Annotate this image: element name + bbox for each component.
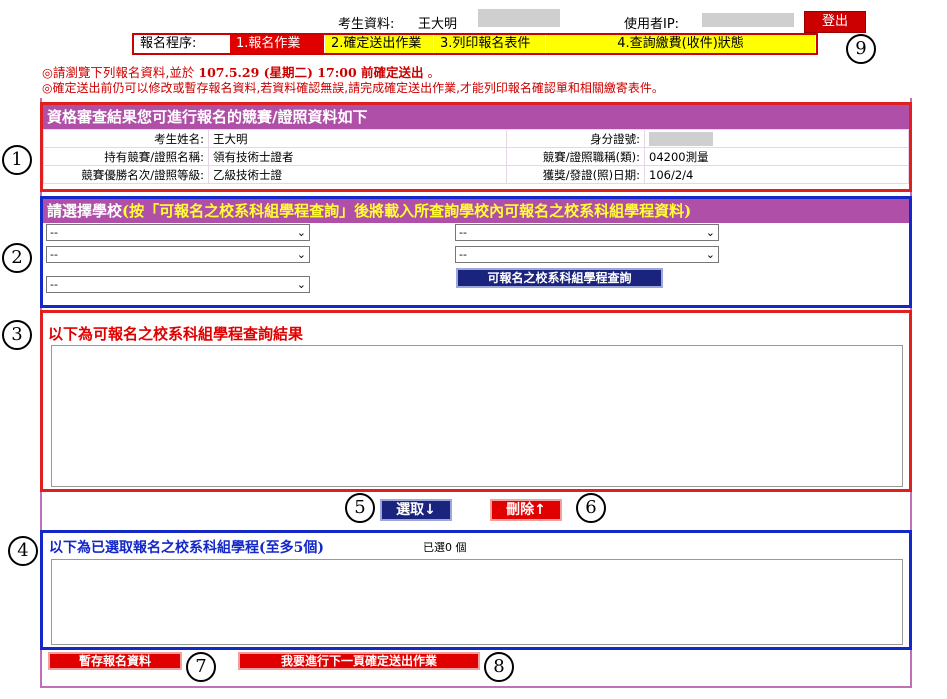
logout-button[interactable]: 登出 bbox=[804, 11, 866, 33]
table-row: 競賽優勝名次/證照等級: 乙級技術士證 獲獎/發證(照)日期: 106/2/4 bbox=[43, 165, 909, 184]
value-cert-level: 乙級技術士證 bbox=[208, 165, 507, 184]
step-3-print-forms[interactable]: 3.列印報名表件 bbox=[434, 35, 546, 53]
school-select-4[interactable]: -- ⌄ bbox=[455, 224, 719, 241]
chevron-down-icon: ⌄ bbox=[705, 248, 715, 261]
registration-steps: 報名程序: 1.報名作業 2.確定送出作業 3.列印報名表件 4.查詢繳費(收件… bbox=[132, 33, 818, 55]
delete-button[interactable]: 刪除↑ bbox=[490, 499, 562, 521]
school-select-2[interactable]: -- ⌄ bbox=[46, 246, 310, 263]
selected-programs-section: 以下為已選取報名之校系科組學程(至多5個) 已選0 個 bbox=[40, 530, 912, 650]
query-programs-button[interactable]: 可報名之校系科組學程查詢 bbox=[456, 268, 663, 288]
label-name: 考生姓名: bbox=[43, 129, 209, 148]
step-1-registration[interactable]: 1.報名作業 bbox=[230, 35, 325, 53]
school-select-5[interactable]: -- ⌄ bbox=[455, 246, 719, 263]
save-draft-button[interactable]: 暫存報名資料 bbox=[48, 652, 182, 670]
school-select-1[interactable]: -- ⌄ bbox=[46, 224, 310, 241]
qualification-section: 資格審查結果您可進行報名的競賽/證照資料如下 考生姓名: 王大明 身分證號: 持… bbox=[40, 102, 912, 192]
qualification-title: 資格審查結果您可進行報名的競賽/證照資料如下 bbox=[43, 105, 909, 129]
candidate-id-redacted bbox=[478, 9, 560, 27]
value-cert-date: 106/2/4 bbox=[644, 165, 909, 184]
qualification-table: 考生姓名: 王大明 身分證號: 持有競賽/證照名稱: 領有技術士證者 競賽/證照… bbox=[43, 129, 909, 184]
label-cert-level: 競賽優勝名次/證照等級: bbox=[43, 165, 209, 184]
selected-programs-list[interactable] bbox=[51, 559, 903, 645]
chevron-down-icon: ⌄ bbox=[296, 248, 306, 261]
select-value: -- bbox=[50, 226, 58, 239]
select-value: -- bbox=[459, 248, 467, 261]
steps-label: 報名程序: bbox=[134, 35, 230, 53]
marker-7: 7 bbox=[186, 652, 216, 682]
value-cert-name: 領有技術士證者 bbox=[208, 147, 507, 166]
chevron-down-icon: ⌄ bbox=[705, 226, 715, 239]
selected-programs-title: 以下為已選取報名之校系科組學程(至多5個) bbox=[49, 540, 324, 556]
notice-suffix: 。 bbox=[427, 65, 441, 80]
school-title-prefix: 請選擇學校 bbox=[47, 202, 123, 220]
step-4-query-payment[interactable]: 4.查詢繳費(收件)狀態 bbox=[546, 35, 816, 53]
notice-line-2: ◎確定送出前仍可以修改或暫存報名資料,若資料確認無誤,請完成確定送出作業,才能列… bbox=[42, 81, 664, 95]
select-value: -- bbox=[50, 278, 58, 291]
marker-4: 4 bbox=[8, 536, 38, 566]
label-cert-name: 持有競賽/證照名稱: bbox=[43, 147, 209, 166]
marker-9: 9 bbox=[846, 34, 876, 64]
chevron-down-icon: ⌄ bbox=[296, 226, 306, 239]
user-ip-label: 使用者IP: bbox=[624, 17, 680, 32]
marker-8: 8 bbox=[484, 652, 514, 682]
label-cert-date: 獲獎/發證(照)日期: bbox=[506, 165, 645, 184]
marker-6: 6 bbox=[576, 493, 606, 523]
query-results-list[interactable] bbox=[51, 345, 903, 487]
select-value: -- bbox=[459, 226, 467, 239]
candidate-name: 王大明 bbox=[418, 17, 458, 32]
notice-prefix: ◎請瀏覽下列報名資料,並於 bbox=[42, 65, 195, 80]
candidate-label: 考生資料: bbox=[338, 17, 395, 32]
label-id: 身分證號: bbox=[506, 129, 645, 148]
step-2-confirm-submit[interactable]: 2.確定送出作業 bbox=[325, 35, 434, 53]
notice-deadline: 107.5.29 (星期二) 17:00 前確定送出 bbox=[198, 65, 424, 80]
query-results-section: 以下為可報名之校系科組學程查詢結果 bbox=[40, 310, 912, 492]
value-name: 王大明 bbox=[208, 129, 507, 148]
label-cert-class: 競賽/證照職稱(類): bbox=[506, 147, 645, 166]
school-title-hint: (按「可報名之校系科組學程查詢」後將載入所查詢學校內可報名之校系科組學程資料) bbox=[122, 202, 692, 220]
chevron-down-icon: ⌄ bbox=[296, 278, 306, 291]
select-button[interactable]: 選取↓ bbox=[380, 499, 452, 521]
select-value: -- bbox=[50, 248, 58, 261]
selected-count: 已選0 個 bbox=[423, 541, 467, 554]
user-ip-redacted bbox=[702, 13, 794, 27]
value-id bbox=[644, 129, 909, 148]
marker-2: 2 bbox=[2, 243, 32, 273]
query-results-title: 以下為可報名之校系科組學程查詢結果 bbox=[48, 325, 304, 343]
marker-1: 1 bbox=[2, 145, 32, 175]
school-selection-title: 請選擇學校(按「可報名之校系科組學程查詢」後將載入所查詢學校內可報名之校系科組學… bbox=[43, 199, 909, 223]
value-cert-class: 04200測量 bbox=[644, 147, 909, 166]
table-row: 考生姓名: 王大明 身分證號: bbox=[43, 129, 909, 148]
school-select-3[interactable]: -- ⌄ bbox=[46, 276, 310, 293]
marker-5: 5 bbox=[345, 493, 375, 523]
marker-3: 3 bbox=[2, 320, 32, 350]
table-row: 持有競賽/證照名稱: 領有技術士證者 競賽/證照職稱(類): 04200測量 bbox=[43, 147, 909, 166]
next-submit-button[interactable]: 我要進行下一頁確定送出作業 bbox=[238, 652, 480, 670]
